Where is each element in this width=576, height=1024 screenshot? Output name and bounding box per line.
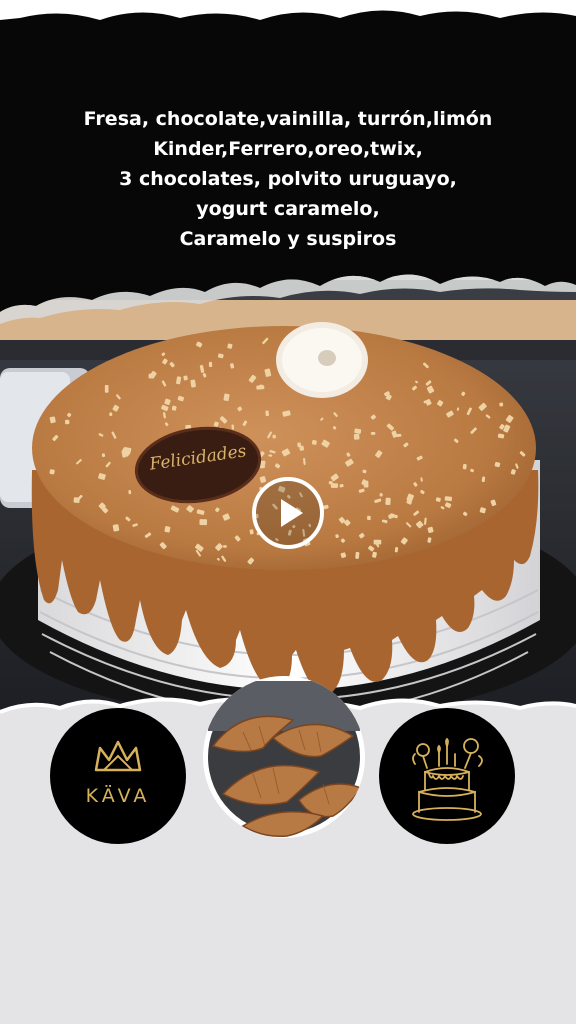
nut-piece [249,529,254,535]
flavor-line-3: 3 chocolates, polvito uruguayo, [119,168,457,190]
nut-piece [297,442,301,448]
flavor-line-2: Kinder,Ferrero,oreo,twix, [153,138,423,160]
play-icon [281,499,303,527]
nut-piece [272,434,276,439]
cake-icon [412,737,483,821]
cake-logo[interactable] [379,708,515,844]
nut-piece [395,433,402,438]
nut-piece [148,373,153,379]
nut-piece [223,545,227,548]
nut-piece [104,384,109,393]
nut-piece [49,469,55,475]
nut-piece [355,551,360,559]
kava-logo[interactable]: KÄVA [50,708,186,844]
nut-piece [73,497,80,503]
nut-piece [353,433,360,440]
nut-piece [379,493,383,497]
nut-piece [256,385,265,390]
nut-piece [373,539,382,545]
nut-piece [462,463,467,470]
nut-piece [370,431,376,435]
nut-piece [192,380,195,384]
flavor-line-4: yogurt caramelo, [196,198,380,220]
flavor-list: Fresa, chocolate,vainilla, turrón,limón … [0,104,576,254]
story-canvas: Felicidades Fresa, chocolate,vainilla, t… [0,0,576,1024]
nut-piece [311,440,317,445]
flavor-line-1: Fresa, chocolate,vainilla, turrón,limón [83,108,493,130]
nut-piece [367,515,371,521]
nut-piece [109,412,113,417]
crown-icon [94,740,142,772]
play-button[interactable] [252,477,324,549]
nut-piece [199,519,208,526]
croissant-icon [203,676,365,838]
nut-piece [265,410,270,417]
croissant-photo[interactable] [203,676,365,838]
nut-piece [444,496,453,502]
nut-piece [128,489,132,495]
nut-piece [363,480,369,488]
nut-piece [65,419,70,425]
nut-piece [231,424,235,430]
nut-piece [208,361,213,368]
nut-piece [385,497,391,506]
nut-piece [164,526,171,533]
nut-piece [499,402,504,407]
nut-piece [112,524,120,532]
flavor-line-5: Caramelo y suspiros [179,228,397,250]
kava-logo-text: KÄVA [85,785,151,807]
